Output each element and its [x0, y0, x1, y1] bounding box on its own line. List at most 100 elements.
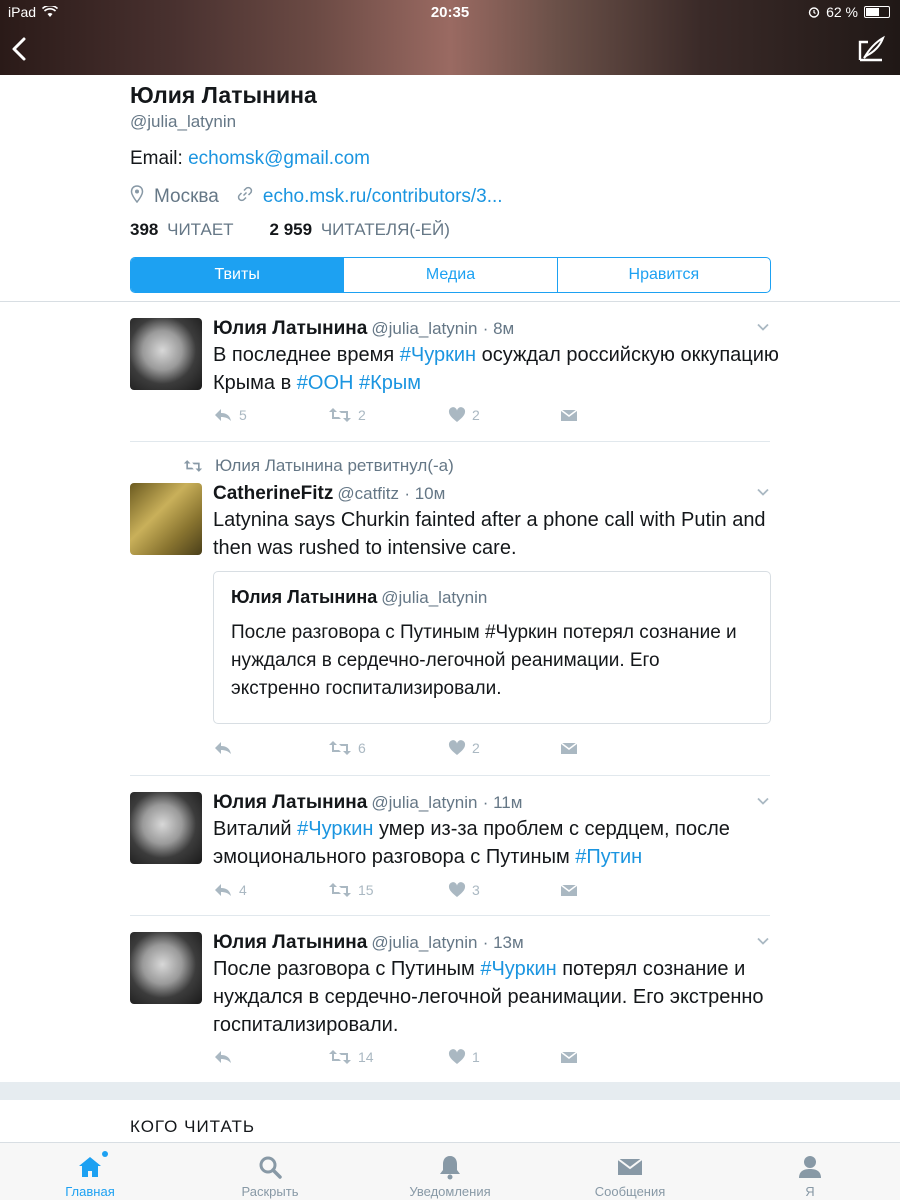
tab-explore-label: Раскрыть: [241, 1184, 299, 1199]
heart-icon: [448, 407, 466, 422]
author-handle: @julia_latynin: [371, 319, 478, 338]
tweet[interactable]: Юлия Латынина @julia_latynin · 11м Витали…: [130, 792, 770, 902]
author-name[interactable]: CatherineFitz: [213, 483, 333, 504]
tweet-actions: 4 15 3: [213, 882, 593, 902]
message-button[interactable]: [560, 1049, 578, 1065]
like-button[interactable]: 3: [448, 882, 480, 898]
link-icon: [237, 186, 253, 208]
tab-notifications[interactable]: Уведомления: [360, 1143, 540, 1200]
home-icon: [79, 1157, 101, 1177]
hashtag-link[interactable]: #Путин: [575, 846, 642, 868]
quoted-tweet-header: Юлия Латынина @julia_latynin: [231, 587, 487, 608]
retweet-button[interactable]: 6: [328, 740, 366, 756]
tweet-time: · 8м: [482, 319, 515, 338]
hashtag-link[interactable]: #ООН: [297, 372, 354, 394]
section-divider: [0, 301, 900, 302]
retweet-button[interactable]: 15: [328, 882, 374, 898]
following-count: 398: [130, 220, 159, 239]
retweet-count: 14: [358, 1049, 374, 1065]
reply-button[interactable]: [213, 1049, 239, 1065]
profile-location: Москва: [154, 186, 219, 207]
retweet-context: Юлия Латынина ретвитнул(-а): [183, 456, 454, 476]
chevron-down-icon[interactable]: [756, 934, 770, 948]
like-button[interactable]: 1: [448, 1049, 480, 1065]
tab-media[interactable]: Медиа: [344, 258, 558, 292]
tweet-header: Юлия Латынина @julia_latynin · 13м: [213, 932, 524, 954]
avatar[interactable]: [130, 483, 202, 555]
back-icon[interactable]: [8, 34, 32, 64]
avatar[interactable]: [130, 318, 202, 390]
tab-likes[interactable]: Нравится: [558, 258, 770, 292]
hashtag-link[interactable]: #Чуркин: [480, 958, 556, 980]
retweeted-by-label[interactable]: Юлия Латынина ретвитнул(-а): [215, 456, 454, 476]
message-button[interactable]: [560, 740, 578, 756]
avatar[interactable]: [130, 792, 202, 864]
profile-meta: Москва echo.msk.ru/contributors/3...: [130, 184, 770, 210]
profile-handle: @julia_latynin: [130, 112, 237, 131]
hashtag-link[interactable]: #Чуркин: [297, 818, 373, 840]
reply-icon: [215, 1051, 231, 1063]
chevron-down-icon[interactable]: [756, 485, 770, 499]
search-icon: [259, 1156, 282, 1179]
tweet-text: После разговора с Путиным #Чуркин потеря…: [213, 955, 783, 1039]
direct-message-icon: [560, 884, 578, 896]
like-button[interactable]: 2: [448, 740, 480, 756]
text-segment: В последнее время: [213, 344, 400, 366]
tab-me-label: Я: [805, 1184, 815, 1199]
author-handle: @catfitz: [337, 484, 400, 503]
reply-button[interactable]: 4: [213, 882, 247, 898]
like-button[interactable]: 2: [448, 407, 480, 423]
text-segment: Виталий: [213, 818, 298, 840]
tab-explore[interactable]: Раскрыть: [180, 1143, 360, 1200]
new-content-dot: [102, 1151, 108, 1157]
retweet-button[interactable]: 2: [328, 407, 366, 423]
retweet-icon: [329, 883, 351, 897]
like-count: 2: [472, 740, 480, 756]
message-button[interactable]: [560, 407, 578, 423]
tab-me[interactable]: Я: [720, 1143, 900, 1200]
tweet[interactable]: Юлия Латынина @julia_latynin · 8м В после…: [130, 318, 779, 428]
tab-messages-label: Сообщения: [594, 1184, 666, 1199]
retweet-icon: [329, 1050, 351, 1064]
reply-button[interactable]: 5: [213, 407, 247, 423]
tweet-time: · 10м: [404, 484, 446, 503]
followers-stat[interactable]: 2 959 ЧИТАТЕЛЯ(-ЕЙ): [270, 220, 450, 244]
chevron-down-icon[interactable]: [756, 794, 770, 808]
compose-tweet-icon[interactable]: [856, 34, 886, 64]
person-icon: [799, 1156, 821, 1178]
message-button[interactable]: [560, 882, 578, 898]
author-name[interactable]: Юлия Латынина: [213, 792, 367, 813]
heart-icon: [448, 882, 466, 897]
tab-messages[interactable]: Сообщения: [540, 1143, 720, 1200]
avatar[interactable]: [130, 932, 202, 1004]
reply-count: 5: [239, 407, 247, 423]
reply-button[interactable]: [213, 740, 239, 756]
retweet-count: 2: [358, 407, 366, 423]
location-pin-icon: [130, 185, 144, 209]
author-name[interactable]: Юлия Латынина: [213, 932, 367, 953]
tweet-divider: [130, 775, 770, 776]
reply-icon: [215, 409, 231, 421]
section-spacer: [0, 1082, 900, 1100]
heart-icon: [448, 740, 466, 755]
tab-tweets[interactable]: Твиты: [131, 258, 345, 292]
email-link[interactable]: echomsk@gmail.com: [188, 148, 370, 169]
alarm-icon: [808, 7, 820, 18]
retweet-button[interactable]: 14: [328, 1049, 374, 1065]
hashtag-link[interactable]: #Чуркин: [400, 344, 476, 366]
clock: 20:35: [430, 4, 470, 21]
author-name[interactable]: Юлия Латынина: [213, 318, 367, 339]
quoted-author-name: Юлия Латынина: [231, 587, 378, 607]
tweet[interactable]: Юлия Латынина @julia_latynin · 13м После …: [130, 932, 770, 1072]
profile-website-link[interactable]: echo.msk.ru/contributors/3...: [263, 186, 503, 208]
tab-home[interactable]: Главная: [0, 1143, 180, 1200]
tweet-actions: 14 1: [213, 1049, 593, 1069]
hashtag-link[interactable]: #Крым: [359, 372, 421, 394]
direct-message-icon: [560, 409, 578, 421]
author-handle: @julia_latynin: [371, 793, 478, 812]
quoted-tweet[interactable]: Юлия Латынина @julia_latynin После разгов…: [213, 571, 771, 724]
chevron-down-icon[interactable]: [756, 320, 770, 334]
tweet-actions: 5 2 2: [213, 407, 593, 427]
following-stat[interactable]: 398 ЧИТАЕТ: [130, 220, 234, 244]
tweet-header: Юлия Латынина @julia_latynin · 11м: [213, 792, 522, 814]
